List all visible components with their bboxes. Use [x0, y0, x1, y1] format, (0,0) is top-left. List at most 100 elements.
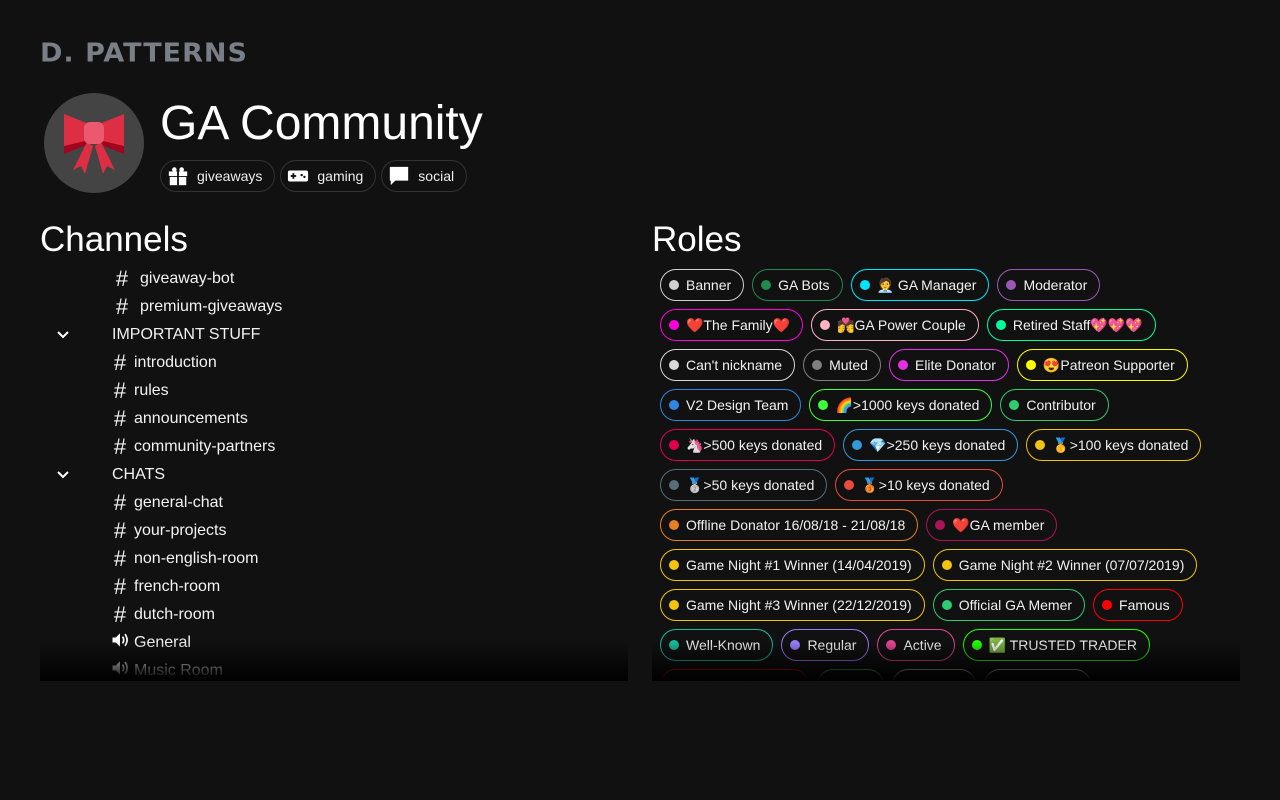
- role-color-dot: [971, 640, 982, 650]
- role-chip[interactable]: Active: [877, 629, 955, 661]
- voice-channel[interactable]: Music Room: [40, 657, 628, 681]
- role-name: 💏GA Power Couple: [837, 316, 966, 333]
- role-name: Bots: [843, 677, 871, 681]
- text-channel[interactable]: # community-partners: [40, 433, 628, 461]
- channel-category[interactable]: IMPORTANT STUFF: [40, 321, 628, 349]
- server-tags: giveaways gaming social: [160, 160, 468, 192]
- role-chip[interactable]: Contributor: [1000, 389, 1109, 421]
- role-chip[interactable]: Bots: [816, 669, 884, 681]
- tag-label: gaming: [317, 168, 364, 184]
- role-color-dot: [992, 680, 1003, 681]
- role-chip[interactable]: TRADE BANNED: [660, 669, 809, 681]
- role-chip[interactable]: 🥇>100 keys donated: [1026, 429, 1202, 461]
- text-channel[interactable]: # introduction: [40, 349, 628, 377]
- text-channel[interactable]: # general-chat: [40, 489, 628, 517]
- channel-name: non-english-room: [134, 550, 259, 567]
- role-chip[interactable]: 🥈>50 keys donated: [660, 469, 828, 501]
- category-name: CHATS: [112, 466, 166, 483]
- channel-name: General: [134, 634, 191, 651]
- gamepad-icon: [288, 170, 309, 182]
- hash-icon: #: [113, 434, 127, 459]
- role-chip[interactable]: Offline Donator 16/08/18 - 21/08/18: [660, 509, 919, 541]
- role-chip[interactable]: Eligible: [891, 669, 976, 681]
- role-chip[interactable]: ❤️GA member: [926, 509, 1058, 541]
- role-color-dot: [1102, 600, 1113, 610]
- role-chip[interactable]: Sponsored: [983, 669, 1091, 681]
- role-chip[interactable]: ✅ TRUSTED TRADER: [962, 629, 1150, 661]
- role-color-dot: [812, 360, 823, 370]
- role-color-dot: [669, 440, 679, 450]
- text-channel[interactable]: # premium-giveaways: [40, 293, 628, 321]
- channel-name: rules: [134, 382, 169, 399]
- hash-icon: #: [113, 378, 127, 403]
- role-chip[interactable]: 🥉>10 keys donated: [835, 469, 1003, 501]
- role-color-dot: [941, 560, 952, 570]
- channel-name: announcements: [134, 410, 248, 427]
- server-avatar: [44, 93, 144, 193]
- role-chip[interactable]: V2 Design Team: [660, 389, 802, 421]
- text-channel[interactable]: # french-room: [40, 573, 628, 601]
- tag-giveaways[interactable]: giveaways: [160, 160, 276, 192]
- role-chip[interactable]: Can't nickname: [660, 349, 796, 381]
- role-chip[interactable]: 🦄>500 keys donated: [660, 429, 836, 461]
- role-name: Sponsored: [1010, 677, 1078, 681]
- voice-channel[interactable]: General: [40, 629, 628, 657]
- role-chip[interactable]: Banner: [660, 269, 745, 301]
- role-chip[interactable]: Official GA Memer: [932, 589, 1086, 621]
- role-chip[interactable]: ❤️The Family❤️: [660, 309, 804, 341]
- hash-icon: #: [113, 574, 127, 599]
- role-color-dot: [1006, 280, 1017, 290]
- role-name: ❤️GA member: [952, 516, 1045, 533]
- role-chip[interactable]: Famous: [1093, 589, 1183, 621]
- role-chip[interactable]: 💏GA Power Couple: [811, 309, 979, 341]
- role-chip[interactable]: Game Night #1 Winner (14/04/2019): [660, 549, 925, 581]
- role-chip[interactable]: 🌈>1000 keys donated: [809, 389, 993, 421]
- role-name: 🦄>500 keys donated: [686, 436, 823, 453]
- role-color-dot: [852, 440, 863, 450]
- role-name: Official GA Memer: [958, 597, 1073, 613]
- chevron-down-icon[interactable]: [56, 467, 112, 483]
- role-color-dot: [886, 640, 897, 650]
- text-channel[interactable]: # dutch-room: [40, 601, 628, 629]
- text-channel[interactable]: # your-projects: [40, 517, 628, 545]
- tag-social[interactable]: social: [381, 160, 468, 192]
- text-channel[interactable]: # announcements: [40, 405, 628, 433]
- role-chip[interactable]: Game Night #2 Winner (07/07/2019): [932, 549, 1198, 581]
- text-channel[interactable]: # non-english-room: [40, 545, 628, 573]
- role-chip[interactable]: 💎>250 keys donated: [843, 429, 1019, 461]
- role-chip[interactable]: Retired Staff💖💖💖: [986, 309, 1156, 341]
- role-name: 💎>250 keys donated: [869, 436, 1006, 453]
- role-color-dot: [935, 520, 946, 530]
- role-name: 😍Patreon Supporter: [1042, 356, 1175, 373]
- gift-icon: [168, 167, 188, 186]
- hash-icon: #: [115, 294, 129, 319]
- role-chip[interactable]: 🧑‍💼 GA Manager: [850, 269, 990, 301]
- speaker-icon: [106, 658, 134, 681]
- role-color-dot: [897, 360, 908, 370]
- hash-icon: #: [113, 350, 127, 375]
- role-list[interactable]: Banner GA Bots 🧑‍💼 GA Manager Moderator ❤️Th…: [652, 262, 1240, 681]
- role-color-dot: [1035, 440, 1046, 450]
- role-name: Eligible: [918, 677, 963, 681]
- tag-label: giveaways: [197, 168, 263, 184]
- role-chip[interactable]: GA Bots: [752, 269, 843, 301]
- tag-gaming[interactable]: gaming: [280, 160, 377, 192]
- channel-list[interactable]: # giveaway-bot # premium-giveaways IMPORTANT…: [40, 262, 628, 681]
- role-name: 🥇>100 keys donated: [1052, 436, 1189, 453]
- role-chip[interactable]: Regular: [781, 629, 870, 661]
- role-color-dot: [669, 560, 679, 570]
- role-name: ❤️The Family❤️: [686, 316, 791, 333]
- channel-category[interactable]: CHATS: [40, 461, 628, 489]
- role-chip[interactable]: Well-Known: [660, 629, 774, 661]
- role-name: Famous: [1119, 597, 1170, 613]
- role-name: Can't nickname: [686, 357, 783, 373]
- role-chip[interactable]: Elite Donator: [888, 349, 1009, 381]
- chevron-down-icon[interactable]: [56, 327, 112, 343]
- role-chip[interactable]: Muted: [803, 349, 881, 381]
- role-chip[interactable]: Game Night #3 Winner (22/12/2019): [660, 589, 925, 621]
- role-chip[interactable]: 😍Patreon Supporter: [1016, 349, 1188, 381]
- role-chip[interactable]: Moderator: [997, 269, 1101, 301]
- hash-icon: #: [113, 518, 127, 543]
- text-channel[interactable]: # rules: [40, 377, 628, 405]
- role-name: Active: [903, 637, 942, 653]
